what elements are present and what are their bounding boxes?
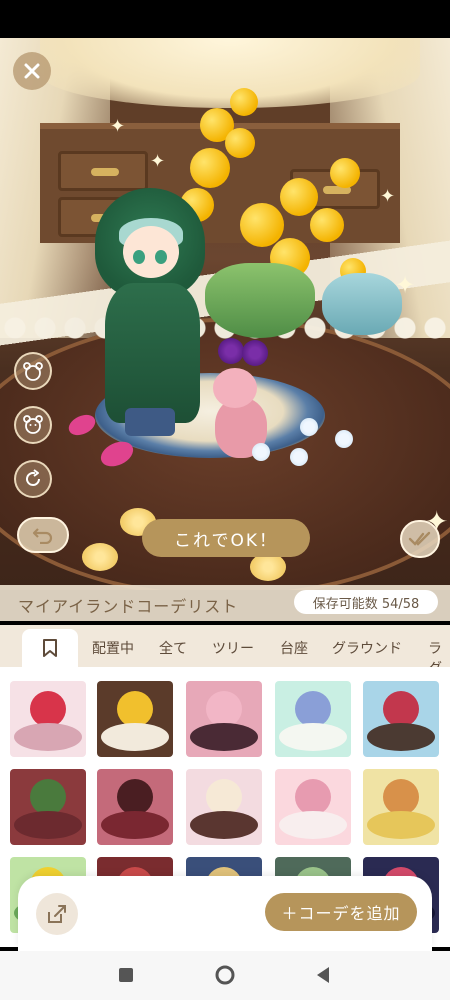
thumbnail-floor (14, 811, 82, 839)
drawer (58, 151, 148, 191)
thumbnail-decoration (295, 779, 331, 815)
coordinate-thumbnail[interactable] (186, 681, 262, 757)
white-petal (252, 443, 270, 461)
thumbnail-decoration (383, 691, 419, 727)
coordinate-thumbnail[interactable] (186, 769, 262, 845)
thumbnail-floor (190, 811, 258, 839)
purple-flower (242, 340, 268, 366)
thumbnail-decoration (295, 691, 331, 727)
avatar-eye (133, 250, 145, 264)
undo-button[interactable] (17, 517, 69, 553)
back-triangle-icon (317, 967, 329, 983)
avatar-bear-button[interactable] (14, 352, 52, 390)
avatar-face (123, 226, 179, 278)
coordinate-thumbnail[interactable] (275, 769, 351, 845)
thumbnail-decoration (30, 779, 66, 815)
home-circle-icon (215, 965, 235, 985)
close-button[interactable] (13, 52, 51, 90)
thumbnail-floor (190, 723, 258, 751)
thumbnail-decoration (206, 691, 242, 727)
add-coordinate-button[interactable]: ＋コーデを追加 (265, 893, 417, 931)
save-count-badge: 保存可能数 54/58 (294, 590, 438, 614)
undo-arrow-icon (32, 528, 53, 544)
island-scene[interactable]: ✦ ✦ ✦ ✦ ✦ (0, 38, 450, 590)
tab-tree[interactable]: ツリー (212, 638, 254, 658)
status-bar (0, 0, 450, 38)
bear-face-icon (23, 362, 43, 381)
sparkle-icon: ✦ (150, 151, 166, 172)
green-planter (205, 263, 315, 338)
close-icon (24, 63, 40, 79)
sparkle-icon: ✦ (110, 116, 126, 137)
thumbnail-floor (101, 723, 169, 751)
thumbnail-floor (279, 723, 347, 751)
tab-ground[interactable]: グラウンド (332, 638, 402, 658)
pet-bear-button[interactable] (14, 406, 52, 444)
share-box-icon (48, 905, 66, 923)
tab-placed[interactable]: 配置中 (92, 638, 134, 658)
avatar-eye (155, 250, 167, 264)
coordinate-thumbnail[interactable] (10, 769, 86, 845)
purple-flower (218, 338, 244, 364)
coordinate-thumbnail[interactable] (363, 681, 439, 757)
thumbnail-floor (101, 811, 169, 839)
sparkle-icon: ✦ (380, 186, 396, 207)
thumbnail-floor (14, 723, 82, 751)
rotate-button[interactable] (14, 460, 52, 498)
home-button[interactable] (212, 962, 238, 988)
coordinate-thumbnail[interactable] (97, 769, 173, 845)
deer-head (213, 368, 257, 408)
yellow-petal (250, 553, 286, 581)
white-petal (290, 448, 308, 466)
recents-button[interactable] (113, 962, 139, 988)
player-avatar[interactable] (95, 188, 215, 438)
white-petal (300, 418, 318, 436)
rotate-icon (26, 469, 40, 486)
avatar-boots (125, 408, 175, 436)
thumbnail-floor (279, 811, 347, 839)
thumbnail-floor (367, 723, 435, 751)
thumbnail-decoration (30, 691, 66, 727)
bear-outline-icon (23, 415, 43, 434)
export-button[interactable] (36, 893, 78, 935)
pink-deer-pet[interactable] (205, 368, 275, 478)
back-button[interactable] (310, 962, 336, 988)
tab-pedestal[interactable]: 台座 (280, 638, 308, 658)
thumbnail-decoration (206, 779, 242, 815)
tab-bookmark[interactable] (22, 629, 78, 667)
blue-teapot (322, 273, 402, 335)
thumbnail-decoration (117, 779, 153, 815)
coordinate-thumbnail[interactable] (275, 681, 351, 757)
coordinate-thumbnail[interactable] (10, 681, 86, 757)
sparkle-icon: ✦ (395, 271, 416, 299)
coordinate-thumbnail[interactable] (97, 681, 173, 757)
check-all-button[interactable] (400, 520, 440, 558)
thumbnail-decoration (117, 691, 153, 727)
white-petal (335, 430, 353, 448)
bookmark-icon (43, 639, 57, 657)
thumbnail-floor (367, 811, 435, 839)
double-check-icon (408, 531, 431, 546)
thumbnail-decoration (383, 779, 419, 815)
avatar-cloak (105, 283, 200, 423)
list-title: マイアイランドコーデリスト (18, 597, 239, 616)
tab-all[interactable]: 全て (159, 638, 187, 658)
coordinate-thumbnail[interactable] (363, 769, 439, 845)
yellow-petal (82, 543, 118, 571)
confirm-button[interactable]: これでOK！ (142, 519, 310, 557)
square-icon (119, 968, 133, 982)
